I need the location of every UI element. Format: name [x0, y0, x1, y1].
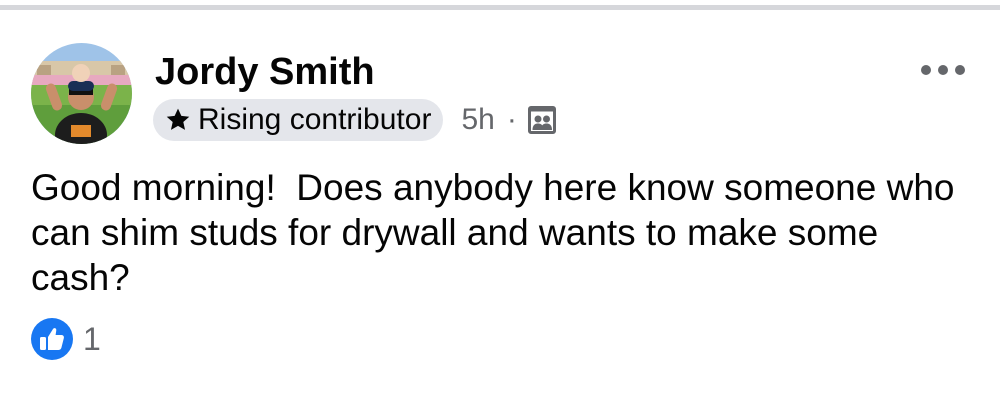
top-divider — [0, 5, 1000, 10]
contributor-badge[interactable]: Rising contributor — [153, 99, 444, 141]
group-icon — [527, 105, 557, 135]
like-icon — [31, 318, 73, 360]
post-text: Good morning! Does anybody here know som… — [31, 167, 965, 298]
author-name[interactable]: Jordy Smith — [155, 50, 375, 94]
post-card: Jordy Smith Rising contributor 5h · Good… — [0, 0, 1000, 403]
more-options-button[interactable] — [917, 56, 969, 84]
post-meta: Rising contributor 5h · — [153, 99, 557, 141]
post-timestamp[interactable]: 5h — [461, 99, 494, 141]
avatar[interactable] — [31, 43, 132, 144]
avatar-photo — [31, 43, 132, 144]
reaction-count: 1 — [83, 321, 101, 357]
more-options-icon — [921, 65, 965, 75]
star-icon — [165, 107, 191, 133]
reactions-summary[interactable]: 1 — [31, 318, 101, 360]
meta-separator: · — [506, 103, 517, 136]
badge-label: Rising contributor — [198, 103, 432, 136]
